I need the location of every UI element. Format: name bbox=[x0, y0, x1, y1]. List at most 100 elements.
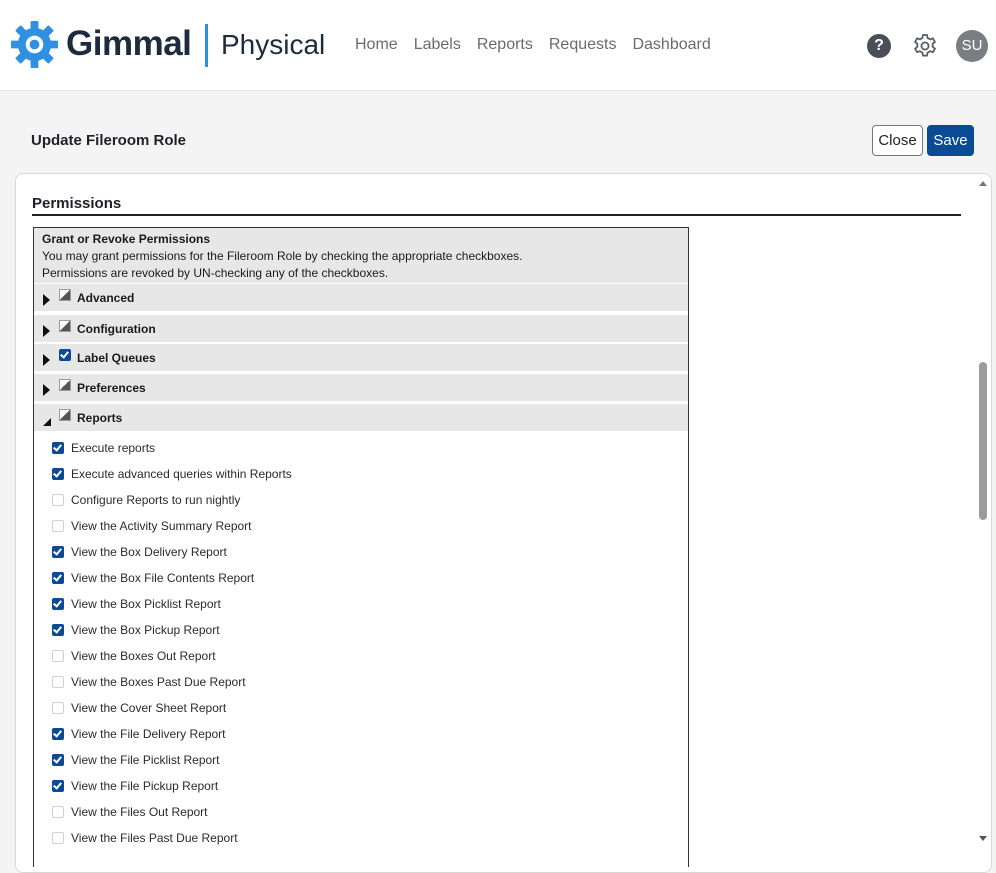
checkbox[interactable] bbox=[52, 832, 64, 844]
group-label: Label Queues bbox=[77, 351, 156, 365]
permission-label: Execute reports bbox=[71, 441, 156, 455]
permission-label: View the Box Delivery Report bbox=[71, 545, 227, 559]
partial-checkbox[interactable] bbox=[59, 409, 71, 421]
permission-label: View the File Picklist Report bbox=[71, 753, 220, 767]
expand-arrow-icon[interactable] bbox=[43, 384, 50, 396]
check-icon bbox=[53, 598, 62, 608]
permission-label: View the Activity Summary Report bbox=[71, 519, 252, 533]
permissions-header: Grant or Revoke Permissions You may gran… bbox=[34, 228, 688, 283]
expand-arrow-icon[interactable] bbox=[43, 354, 50, 366]
top-navigation-bar: Gimmal Physical Home Labels Reports Requ… bbox=[0, 0, 996, 91]
checkbox[interactable] bbox=[52, 520, 64, 532]
nav-requests[interactable]: Requests bbox=[549, 36, 617, 54]
scrollbar-thumb[interactable] bbox=[979, 362, 987, 520]
permission-label: View the Box Picklist Report bbox=[71, 597, 221, 611]
permission-item[interactable]: View the Activity Summary Report bbox=[34, 513, 684, 539]
permission-item[interactable]: Execute reports bbox=[34, 435, 684, 461]
nav-reports[interactable]: Reports bbox=[477, 36, 533, 54]
user-avatar[interactable]: SU bbox=[956, 30, 988, 62]
checkbox[interactable] bbox=[52, 546, 64, 558]
save-button[interactable]: Save bbox=[927, 125, 974, 156]
group-label: Configuration bbox=[77, 322, 156, 336]
permission-label: View the Files Out Report bbox=[71, 805, 208, 819]
checkbox[interactable] bbox=[52, 702, 64, 714]
permission-label: View the File Delivery Report bbox=[71, 727, 226, 741]
checkbox[interactable] bbox=[52, 806, 64, 818]
permission-label: Execute advanced queries within Reports bbox=[71, 467, 292, 481]
permission-item[interactable]: Execute advanced queries within Reports bbox=[34, 461, 684, 487]
permissions-header-line: You may grant permissions for the Filero… bbox=[42, 249, 523, 263]
checkbox[interactable] bbox=[52, 624, 64, 636]
scroll-up-arrow-icon[interactable] bbox=[979, 181, 987, 186]
permissions-header-title: Grant or Revoke Permissions bbox=[42, 232, 211, 246]
group-label: Reports bbox=[77, 411, 123, 425]
permissions-tree: Grant or Revoke Permissions You may gran… bbox=[33, 227, 689, 867]
checkbox[interactable] bbox=[52, 468, 64, 480]
group-label: Preferences bbox=[77, 381, 146, 395]
group-row-label-queues[interactable]: Label Queues bbox=[34, 343, 688, 371]
permission-item[interactable]: View the Files Past Due Report bbox=[34, 825, 684, 851]
permission-label: View the Cover Sheet Report bbox=[71, 701, 227, 715]
main-nav: Home Labels Reports Requests Dashboard bbox=[355, 36, 711, 54]
checkbox[interactable] bbox=[52, 780, 64, 792]
group-label: Advanced bbox=[77, 291, 135, 305]
settings-gear-icon[interactable] bbox=[912, 33, 938, 59]
permission-item[interactable]: View the Boxes Past Due Report bbox=[34, 669, 684, 695]
checkbox[interactable] bbox=[52, 442, 64, 454]
permission-item[interactable]: View the Box Picklist Report bbox=[34, 591, 684, 617]
permission-label: View the Boxes Past Due Report bbox=[71, 675, 246, 689]
collapse-arrow-icon[interactable] bbox=[43, 418, 51, 426]
nav-dashboard[interactable]: Dashboard bbox=[632, 36, 710, 54]
check-icon bbox=[53, 728, 62, 738]
group-row-preferences[interactable]: Preferences bbox=[34, 373, 688, 401]
brand-name: Gimmal bbox=[66, 24, 192, 63]
partial-checkbox[interactable] bbox=[59, 379, 71, 391]
checkbox[interactable] bbox=[52, 728, 64, 740]
permission-item[interactable]: View the Box Pickup Report bbox=[34, 617, 684, 643]
product-name: Physical bbox=[221, 29, 326, 60]
expand-arrow-icon[interactable] bbox=[43, 325, 50, 337]
checkbox[interactable] bbox=[52, 494, 64, 506]
checkbox[interactable] bbox=[52, 572, 64, 584]
help-icon[interactable]: ? bbox=[867, 34, 891, 58]
permission-item[interactable]: Configure Reports to run nightly bbox=[34, 487, 684, 513]
checkbox[interactable] bbox=[52, 754, 64, 766]
permission-label: View the Box File Contents Report bbox=[71, 571, 255, 585]
partial-checkbox[interactable] bbox=[59, 320, 71, 332]
permission-item[interactable]: View the File Pickup Report bbox=[34, 773, 684, 799]
permission-item[interactable]: View the File Picklist Report bbox=[34, 747, 684, 773]
gear-logo-icon[interactable] bbox=[10, 20, 59, 69]
permission-item[interactable]: View the Cover Sheet Report bbox=[34, 695, 684, 721]
permission-item[interactable]: View the Box Delivery Report bbox=[34, 539, 684, 565]
close-button[interactable]: Close bbox=[872, 125, 923, 156]
check-icon bbox=[60, 349, 69, 359]
permissions-header-line: Permissions are revoked by UN-checking a… bbox=[42, 266, 389, 280]
group-row-reports[interactable]: Reports bbox=[34, 403, 688, 431]
group-row-advanced[interactable]: Advanced bbox=[34, 283, 688, 311]
check-icon bbox=[53, 780, 62, 790]
checkbox[interactable] bbox=[52, 598, 64, 610]
vertical-scrollbar[interactable] bbox=[976, 178, 989, 848]
nav-home[interactable]: Home bbox=[355, 36, 398, 54]
expand-arrow-icon[interactable] bbox=[43, 294, 50, 306]
section-title: Permissions bbox=[32, 195, 122, 212]
brand-divider bbox=[205, 24, 208, 67]
checkbox[interactable] bbox=[52, 650, 64, 662]
permission-label: View the Files Past Due Report bbox=[71, 831, 238, 845]
checkbox[interactable] bbox=[52, 676, 64, 688]
permission-label: Configure Reports to run nightly bbox=[71, 493, 241, 507]
check-icon bbox=[53, 754, 62, 764]
permission-label: View the Box Pickup Report bbox=[71, 623, 220, 637]
permission-label: View the File Pickup Report bbox=[71, 779, 219, 793]
group-row-configuration[interactable]: Configuration bbox=[34, 314, 688, 342]
checked-checkbox[interactable] bbox=[59, 349, 71, 361]
check-icon bbox=[53, 572, 62, 582]
permission-item[interactable]: View the Files Out Report bbox=[34, 799, 684, 825]
permission-item[interactable]: View the Boxes Out Report bbox=[34, 643, 684, 669]
partial-checkbox[interactable] bbox=[59, 289, 71, 301]
permission-item[interactable]: View the File Delivery Report bbox=[34, 721, 684, 747]
scroll-down-arrow-icon[interactable] bbox=[979, 836, 987, 841]
permission-item[interactable]: View the Box File Contents Report bbox=[34, 565, 684, 591]
check-icon bbox=[53, 442, 62, 452]
nav-labels[interactable]: Labels bbox=[414, 36, 461, 54]
